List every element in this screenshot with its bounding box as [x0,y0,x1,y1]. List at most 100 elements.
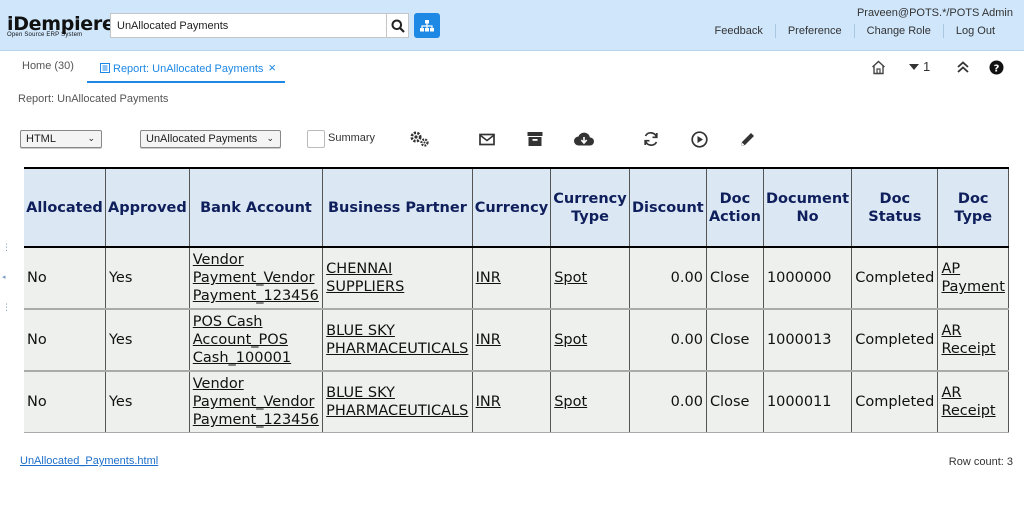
col-header: Currency Type [550,169,630,248]
edit-button[interactable] [736,128,758,150]
preference-link[interactable]: Preference [774,24,854,38]
rerun-button[interactable] [688,128,710,150]
logo-text: iDempiere [7,13,115,35]
page-title: Report: UnAllocated Payments [18,93,169,105]
cell-allocated: No [24,247,106,310]
collapse-west-icon[interactable]: ◂ [2,273,6,281]
global-search-input[interactable]: UnAllocated Payments [110,13,387,38]
cell-allocated: No [24,309,106,372]
cell-doc-type: AR Receipt [937,309,1009,372]
cell-approved: Yes [105,309,190,372]
splitter-handle-2[interactable]: ⋮ [2,302,11,313]
doc-type-link[interactable]: AR Receipt [941,385,995,419]
idempiere-logo[interactable]: iDempiere Open Source ERP System [7,14,115,38]
help-button[interactable]: ? [989,60,1004,80]
menu-tree-button[interactable] [414,13,440,38]
cell-doc-action: Close [706,371,764,433]
logout-link[interactable]: Log Out [942,24,1007,38]
refresh-button[interactable] [640,128,662,150]
change-role-link[interactable]: Change Role [853,24,943,38]
col-header: Document No [763,169,853,248]
summary-label: Summary [328,132,376,144]
window-tabbar: Home (30) Report: UnAllocated Payments × … [0,51,1024,85]
play-circle-icon [690,130,708,148]
user-role-label[interactable]: Praveen@POTS.*/POTS Admin [857,7,1013,19]
caret-down-icon [909,64,919,70]
cell-doc-action: Close [706,309,764,372]
format-select-value: HTML [26,133,56,145]
refresh-icon [644,132,658,146]
email-icon [479,133,495,145]
double-chevron-up-icon [957,61,969,73]
cell-business-partner: BLUE SKY PHARMACEUTICALS [322,309,473,372]
business-partner-link[interactable]: CHENNAI SUPPLIERS [326,261,404,295]
cell-allocated: No [24,371,106,433]
sitemap-icon [420,19,434,31]
col-header: Business Partner [322,169,473,248]
col-header: Discount [629,169,707,248]
splitter-handle[interactable]: ⋮ [2,242,11,253]
cell-business-partner: BLUE SKY PHARMACEUTICALS [322,371,473,433]
home-icon [872,60,885,75]
cell-bank-account: POS Cash Account_POS Cash_100001 [189,309,324,372]
cell-doc-status: Completed [851,371,939,433]
currency-link[interactable]: INR [476,270,501,286]
tab-report[interactable]: Report: UnAllocated Payments × [87,51,285,83]
cell-approved: Yes [105,247,190,310]
customize-button[interactable] [409,128,431,150]
currency-type-link[interactable]: Spot [554,332,587,348]
cell-currency-type: Spot [550,371,630,433]
doc-type-link[interactable]: AP Payment [941,261,1004,295]
window-switcher[interactable]: 1 [908,60,930,74]
home-button[interactable] [871,60,886,80]
currency-link[interactable]: INR [476,394,501,410]
currency-type-link[interactable]: Spot [554,270,587,286]
header-links: Feedback Preference Change Role Log Out [703,24,1007,38]
print-format-select[interactable]: UnAllocated Payments ⌄ [140,130,281,148]
archive-icon [527,132,543,146]
chevron-down-icon: ⌄ [266,133,274,143]
col-header: Doc Status [851,169,939,248]
cell-currency: INR [472,371,552,433]
business-partner-link[interactable]: BLUE SKY PHARMACEUTICALS [326,323,468,357]
table-row: No Yes POS Cash Account_POS Cash_100001 … [24,309,1009,372]
print-format-value: UnAllocated Payments [146,133,258,145]
table-row: No Yes Vendor Payment_Vendor Payment_123… [24,247,1009,310]
download-icon [574,132,594,146]
col-header: Allocated [24,169,106,248]
tab-home[interactable]: Home (30) [22,60,74,72]
bank-account-link[interactable]: POS Cash Account_POS Cash_100001 [193,314,291,366]
summary-checkbox[interactable] [307,130,325,148]
cell-approved: Yes [105,371,190,433]
export-button[interactable] [573,128,595,150]
collapse-button[interactable] [956,60,970,79]
search-button[interactable] [386,13,409,38]
cell-currency-type: Spot [550,247,630,310]
send-email-button[interactable] [476,128,498,150]
cell-document-no: 1000000 [763,247,853,310]
doc-type-link[interactable]: AR Receipt [941,323,995,357]
svg-text:?: ? [994,64,1000,75]
close-tab-icon[interactable]: × [268,60,276,75]
archive-button[interactable] [524,128,546,150]
bank-account-link[interactable]: Vendor Payment_Vendor Payment_123456 [193,376,319,428]
chevron-down-icon: ⌄ [87,133,95,143]
cell-currency: INR [472,309,552,372]
cell-doc-status: Completed [851,247,939,310]
cell-currency-type: Spot [550,309,630,372]
pencil-icon [740,132,754,146]
search-icon [391,19,405,33]
col-header: Doc Type [937,169,1009,248]
window-count: 1 [923,59,931,74]
gears-icon [410,131,429,147]
col-header: Approved [105,169,190,248]
format-select[interactable]: HTML ⌄ [20,130,102,148]
cell-bank-account: Vendor Payment_Vendor Payment_123456 [189,247,324,310]
business-partner-link[interactable]: BLUE SKY PHARMACEUTICALS [326,385,468,419]
feedback-link[interactable]: Feedback [703,24,775,38]
currency-type-link[interactable]: Spot [554,394,587,410]
tab-report-label: Report: UnAllocated Payments [113,63,264,75]
bank-account-link[interactable]: Vendor Payment_Vendor Payment_123456 [193,252,319,304]
report-file-link[interactable]: UnAllocated_Payments.html [20,455,158,467]
currency-link[interactable]: INR [476,332,501,348]
